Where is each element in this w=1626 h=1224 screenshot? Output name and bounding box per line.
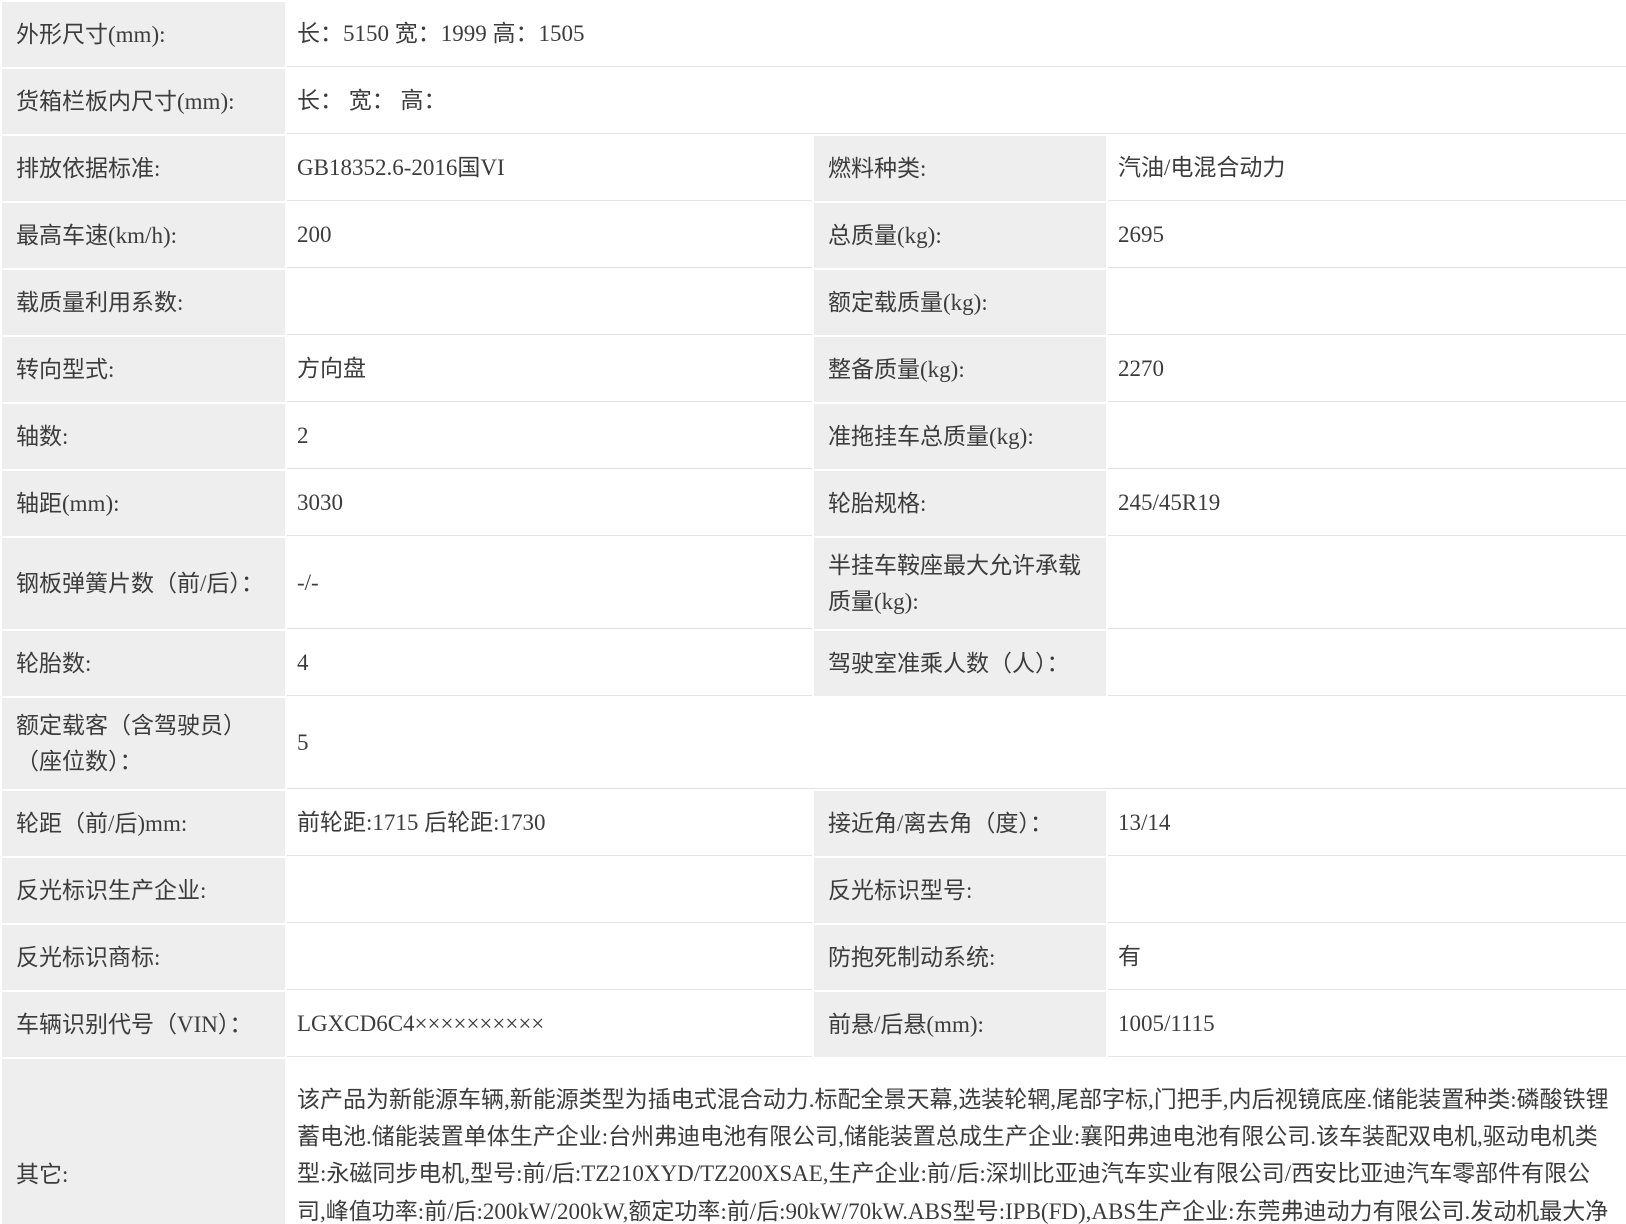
row-leaf-springs-saddle-load: 钢板弹簧片数（前/后）： -/- 半挂车鞍座最大允许承载质量(kg): [2, 538, 1626, 629]
spec-label: 防抱死制动系统: [814, 925, 1106, 990]
spec-label: 驾驶室准乘人数（人）： [814, 631, 1106, 696]
row-track-width-approach-angle: 轮距（前/后)mm: 前轮距:1715 后轮距:1730 接近角/离去角（度）：… [2, 791, 1626, 856]
spec-label: 转向型式: [2, 337, 285, 402]
spec-label: 车辆识别代号（VIN）： [2, 992, 285, 1057]
spec-label: 半挂车鞍座最大允许承载质量(kg): [814, 538, 1106, 629]
spec-label: 接近角/离去角（度）： [814, 791, 1106, 856]
spec-label: 轴距(mm): [2, 471, 285, 536]
row-reflective-marking-brand-abs: 反光标识商标: 防抱死制动系统: 有 [2, 925, 1626, 990]
spec-label: 整备质量(kg): [814, 337, 1106, 402]
spec-label: 外形尺寸(mm): [2, 2, 285, 67]
spec-label: 排放依据标准: [2, 136, 285, 201]
spec-value: 长： 宽： 高： [287, 69, 1626, 134]
spec-value [287, 925, 812, 990]
spec-value: 汽油/电混合动力 [1108, 136, 1626, 201]
row-rated-passengers: 额定载客（含驾驶员）（座位数）： 5 [2, 698, 1626, 789]
spec-value: 方向盘 [287, 337, 812, 402]
row-vin-overhang: 车辆识别代号（VIN）： LGXCD6C4×××××××××× 前悬/后悬(mm… [2, 992, 1626, 1057]
spec-label: 反光标识商标: [2, 925, 285, 990]
spec-value: 2 [287, 404, 812, 469]
spec-value: 200 [287, 203, 812, 268]
spec-value: 13/14 [1108, 791, 1626, 856]
vehicle-spec-table: 外形尺寸(mm): 长：5150 宽：1999 高：1505 货箱栏板内尺寸(m… [0, 0, 1626, 1224]
row-emission-standard-fuel-type: 排放依据标准: GB18352.6-2016国VI 燃料种类: 汽油/电混合动力 [2, 136, 1626, 201]
spec-value [1108, 270, 1626, 335]
spec-label: 准拖挂车总质量(kg): [814, 404, 1106, 469]
spec-value [287, 858, 812, 923]
spec-value: 有 [1108, 925, 1626, 990]
row-exterior-dimensions: 外形尺寸(mm): 长：5150 宽：1999 高：1505 [2, 2, 1626, 67]
spec-label: 反光标识型号: [814, 858, 1106, 923]
spec-value [1108, 404, 1626, 469]
spec-value: 长：5150 宽：1999 高：1505 [287, 2, 1626, 67]
row-wheelbase-tire-spec: 轴距(mm): 3030 轮胎规格: 245/45R19 [2, 471, 1626, 536]
spec-label: 额定载质量(kg): [814, 270, 1106, 335]
row-max-speed-gross-mass: 最高车速(km/h): 200 总质量(kg): 2695 [2, 203, 1626, 268]
spec-value [1108, 538, 1626, 629]
spec-label: 燃料种类: [814, 136, 1106, 201]
row-cargo-box-dimensions: 货箱栏板内尺寸(mm): 长： 宽： 高： [2, 69, 1626, 134]
row-steering-curb-mass: 转向型式: 方向盘 整备质量(kg): 2270 [2, 337, 1626, 402]
spec-label: 载质量利用系数: [2, 270, 285, 335]
spec-value: 2270 [1108, 337, 1626, 402]
spec-label: 前悬/后悬(mm): [814, 992, 1106, 1057]
spec-value: 245/45R19 [1108, 471, 1626, 536]
spec-value [1108, 631, 1626, 696]
spec-label: 轮胎规格: [814, 471, 1106, 536]
spec-label: 额定载客（含驾驶员）（座位数）： [2, 698, 285, 789]
spec-label: 轮胎数: [2, 631, 285, 696]
row-load-factor-rated-load: 载质量利用系数: 额定载质量(kg): [2, 270, 1626, 335]
row-reflective-marking-manufacturer-model: 反光标识生产企业: 反光标识型号: [2, 858, 1626, 923]
spec-label: 总质量(kg): [814, 203, 1106, 268]
spec-value [1108, 858, 1626, 923]
spec-label: 钢板弹簧片数（前/后）： [2, 538, 285, 629]
spec-value: 1005/1115 [1108, 992, 1626, 1057]
spec-value: 4 [287, 631, 812, 696]
spec-label: 反光标识生产企业: [2, 858, 285, 923]
spec-value: 3030 [287, 471, 812, 536]
spec-value: 2695 [1108, 203, 1626, 268]
spec-label: 其它: [2, 1059, 285, 1224]
spec-value: 前轮距:1715 后轮距:1730 [287, 791, 812, 856]
spec-value: GB18352.6-2016国VI [287, 136, 812, 201]
row-axle-count-trailer-mass: 轴数: 2 准拖挂车总质量(kg): [2, 404, 1626, 469]
spec-value-remarks: 该产品为新能源车辆,新能源类型为插电式混合动力.标配全景天幕,选装轮辋,尾部字标… [287, 1059, 1626, 1224]
spec-value: -/- [287, 538, 812, 629]
spec-value: 5 [287, 698, 1626, 789]
spec-label: 轴数: [2, 404, 285, 469]
row-tire-count-cab-passengers: 轮胎数: 4 驾驶室准乘人数（人）： [2, 631, 1626, 696]
row-other-remarks: 其它: 该产品为新能源车辆,新能源类型为插电式混合动力.标配全景天幕,选装轮辋,… [2, 1059, 1626, 1224]
spec-label: 货箱栏板内尺寸(mm): [2, 69, 285, 134]
spec-value: LGXCD6C4×××××××××× [287, 992, 812, 1057]
spec-value [287, 270, 812, 335]
spec-label: 最高车速(km/h): [2, 203, 285, 268]
spec-label: 轮距（前/后)mm: [2, 791, 285, 856]
